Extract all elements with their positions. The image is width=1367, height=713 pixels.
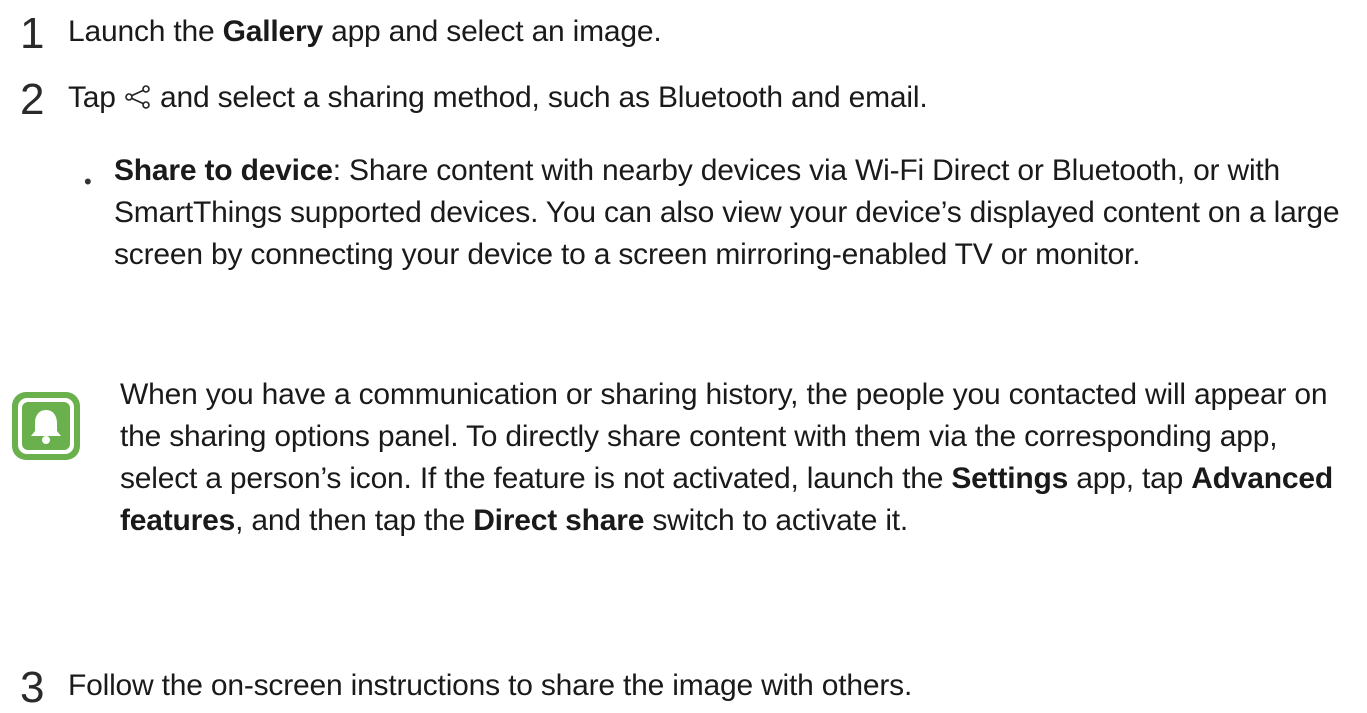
step-text-pre: Launch the: [68, 15, 223, 48]
note-text: app, tap: [1068, 462, 1192, 495]
manual-page: 1 Launch the Gallery app and select an i…: [0, 0, 1367, 713]
direct-share-label: Direct share: [473, 504, 645, 537]
share-icon: [125, 85, 150, 109]
settings-app-name: Settings: [951, 462, 1069, 495]
step-number: 2: [20, 75, 45, 124]
step-text: Follow the on-screen instructions to sha…: [68, 669, 913, 702]
gallery-app-name: Gallery: [222, 15, 324, 48]
step-number: 1: [20, 9, 45, 58]
note-text: , and then tap the: [235, 504, 474, 537]
step-text-pre: Tap: [68, 81, 124, 114]
step-number: 3: [20, 663, 45, 712]
step-text-post: and select a sharing method, such as Blu…: [151, 81, 928, 114]
step-text: Launch the Gallery app and select an ima…: [68, 14, 662, 50]
bullet-paragraph: Share to device: Share content with near…: [114, 150, 1359, 276]
bell-icon: [12, 392, 80, 460]
step-text-post: app and select an image.: [322, 15, 662, 48]
note-text: switch to activate it.: [644, 504, 909, 537]
step-text: Tap and select a sharing method, such as…: [68, 80, 928, 116]
note-paragraph: When you have a communication or sharing…: [120, 374, 1360, 542]
bullet-marker: •: [84, 169, 92, 194]
share-to-device-title: Share to device: [114, 154, 333, 187]
